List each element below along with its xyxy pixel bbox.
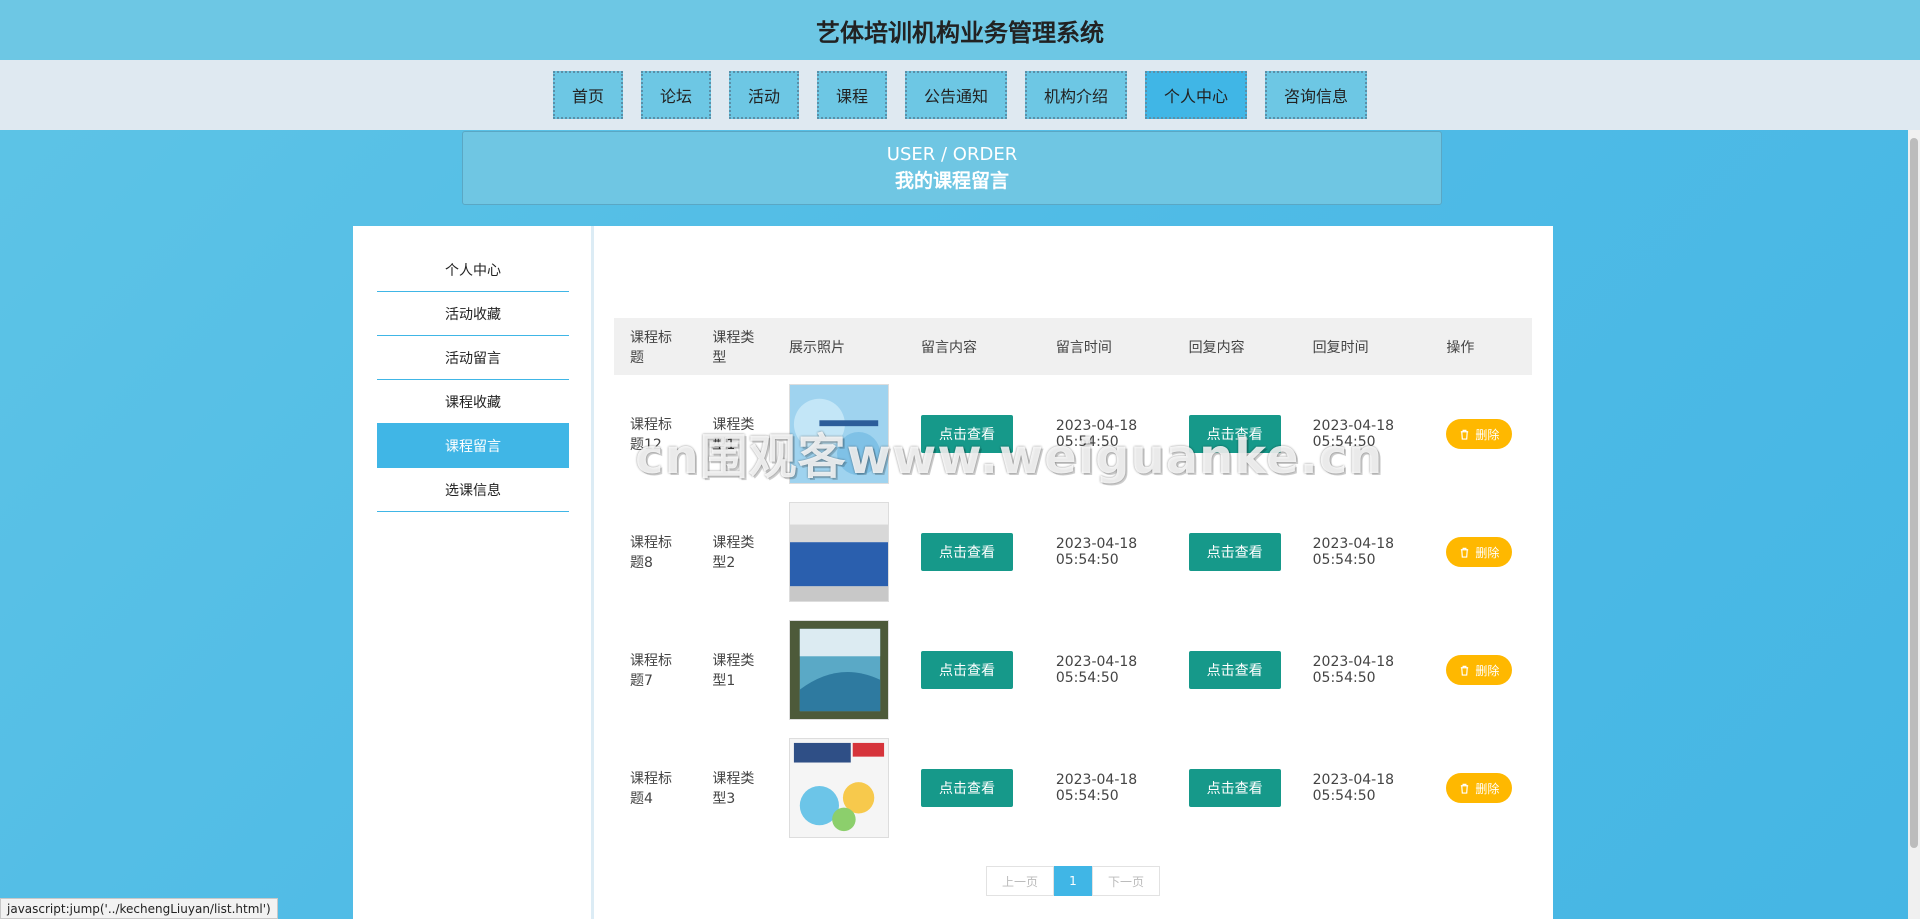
header-course-type: 课程类型 — [696, 318, 774, 375]
nav-activity[interactable]: 活动 — [728, 71, 799, 119]
nav-user-center[interactable]: 个人中心 — [1145, 71, 1248, 119]
next-page-button[interactable]: 下一页 — [1092, 866, 1160, 896]
table-row: 课程标题7 课程类型1 点击查看 2023-04-18 05:54:50 点击查… — [614, 611, 1532, 729]
view-reply-button[interactable]: 点击查看 — [1188, 769, 1281, 807]
content-panel: 个人中心 活动收藏 活动留言 课程收藏 课程留言 选课信息 课程标题 课程类型 … — [353, 226, 1553, 919]
view-message-button[interactable]: 点击查看 — [921, 651, 1014, 689]
cell-course-title: 课程标题8 — [630, 535, 672, 571]
nav-home[interactable]: 首页 — [552, 71, 623, 119]
header-reply-content: 回复内容 — [1172, 318, 1297, 375]
header-photo: 展示照片 — [773, 318, 906, 375]
cell-course-type: 课程类型2 — [712, 535, 755, 571]
cell-reply-time: 2023-04-18 05:54:50 — [1312, 418, 1395, 450]
nav-notice[interactable]: 公告通知 — [905, 71, 1008, 119]
delete-button[interactable]: 删除 — [1446, 773, 1513, 803]
scrollbar-thumb[interactable] — [1910, 138, 1918, 848]
current-page[interactable]: 1 — [1054, 866, 1092, 896]
trash-icon — [1461, 429, 1469, 440]
panel-divider — [591, 226, 594, 919]
prev-page-button[interactable]: 上一页 — [986, 866, 1054, 896]
trash-icon — [1461, 783, 1469, 794]
cell-course-type: 课程类型3 — [712, 771, 755, 807]
cell-message-time: 2023-04-18 05:54:50 — [1055, 772, 1138, 804]
browser-status-bar: javascript:jump('../kechengLiuyan/list.h… — [0, 898, 278, 919]
cell-course-type: 课程类型1 — [712, 417, 755, 453]
header-course-title: 课程标题 — [614, 318, 697, 375]
cell-course-title: 课程标题7 — [630, 653, 672, 689]
sidebar: 个人中心 活动收藏 活动留言 课程收藏 课程留言 选课信息 — [377, 248, 569, 512]
sidebar-item-course-messages[interactable]: 课程留言 — [377, 424, 569, 468]
delete-button[interactable]: 删除 — [1446, 655, 1513, 685]
cell-course-title: 课程标题12 — [630, 417, 672, 453]
header-actions: 操作 — [1430, 318, 1532, 375]
cell-course-title: 课程标题4 — [630, 771, 672, 807]
view-message-button[interactable]: 点击查看 — [921, 769, 1014, 807]
cell-reply-time: 2023-04-18 05:54:50 — [1312, 654, 1395, 686]
cell-reply-time: 2023-04-18 05:54:50 — [1312, 536, 1395, 568]
delete-button[interactable]: 删除 — [1446, 537, 1513, 567]
sidebar-item-activity-favorites[interactable]: 活动收藏 — [377, 292, 569, 336]
header-reply-time: 回复时间 — [1296, 318, 1431, 375]
messages-table: 课程标题 课程类型 展示照片 留言内容 留言时间 回复内容 回复时间 操作 课程… — [614, 318, 1532, 847]
cell-message-time: 2023-04-18 05:54:50 — [1055, 654, 1138, 686]
page-banner: USER / ORDER 我的课程留言 — [462, 131, 1442, 205]
sidebar-item-activity-messages[interactable]: 活动留言 — [377, 336, 569, 380]
nav-course[interactable]: 课程 — [816, 71, 887, 119]
cell-reply-time: 2023-04-18 05:54:50 — [1312, 772, 1395, 804]
header-message-content: 留言内容 — [905, 318, 1040, 375]
view-reply-button[interactable]: 点击查看 — [1188, 651, 1281, 689]
delete-label: 删除 — [1475, 545, 1500, 560]
delete-label: 删除 — [1475, 781, 1500, 796]
view-reply-button[interactable]: 点击查看 — [1188, 533, 1281, 571]
delete-label: 删除 — [1475, 427, 1500, 442]
main-nav: 首页 论坛 活动 课程 公告通知 机构介绍 个人中心 咨询信息 — [0, 60, 1920, 130]
view-message-button[interactable]: 点击查看 — [921, 533, 1014, 571]
view-reply-button[interactable]: 点击查看 — [1188, 415, 1281, 453]
course-photo[interactable] — [789, 620, 890, 720]
view-message-button[interactable]: 点击查看 — [921, 415, 1014, 453]
cell-message-time: 2023-04-18 05:54:50 — [1055, 536, 1138, 568]
pagination: 上一页 1 下一页 — [986, 866, 1160, 896]
nav-forum[interactable]: 论坛 — [640, 71, 711, 119]
table-row: 课程标题8 课程类型2 点击查看 2023-04-18 05:54:50 点击查… — [614, 493, 1532, 611]
course-photo[interactable] — [789, 502, 890, 602]
sidebar-item-course-favorites[interactable]: 课程收藏 — [377, 380, 569, 424]
delete-button[interactable]: 删除 — [1446, 419, 1513, 449]
page-scrollbar[interactable] — [1908, 130, 1920, 919]
cell-message-time: 2023-04-18 05:54:50 — [1055, 418, 1138, 450]
table-header-row: 课程标题 课程类型 展示照片 留言内容 留言时间 回复内容 回复时间 操作 — [614, 318, 1532, 375]
cell-course-type: 课程类型1 — [712, 653, 755, 689]
nav-consult[interactable]: 咨询信息 — [1265, 71, 1368, 119]
sidebar-item-enrollment[interactable]: 选课信息 — [377, 468, 569, 512]
table-row: 课程标题12 课程类型1 点击查看 2023-04-18 05:54:50 点击… — [614, 375, 1532, 493]
app-title: 艺体培训机构业务管理系统 — [0, 0, 1920, 60]
trash-icon — [1461, 665, 1469, 676]
course-photo[interactable] — [789, 738, 890, 838]
nav-about[interactable]: 机构介绍 — [1025, 71, 1128, 119]
header-message-time: 留言时间 — [1039, 318, 1173, 375]
trash-icon — [1461, 547, 1469, 558]
banner-subtitle: USER / ORDER — [886, 144, 1018, 165]
course-photo[interactable] — [789, 384, 890, 484]
delete-label: 删除 — [1475, 663, 1500, 678]
table-row: 课程标题4 课程类型3 点击查看 2023-04-18 05:54:50 点击查… — [614, 729, 1532, 847]
page-title: 我的课程留言 — [894, 170, 1009, 192]
sidebar-item-user-center[interactable]: 个人中心 — [377, 248, 569, 292]
